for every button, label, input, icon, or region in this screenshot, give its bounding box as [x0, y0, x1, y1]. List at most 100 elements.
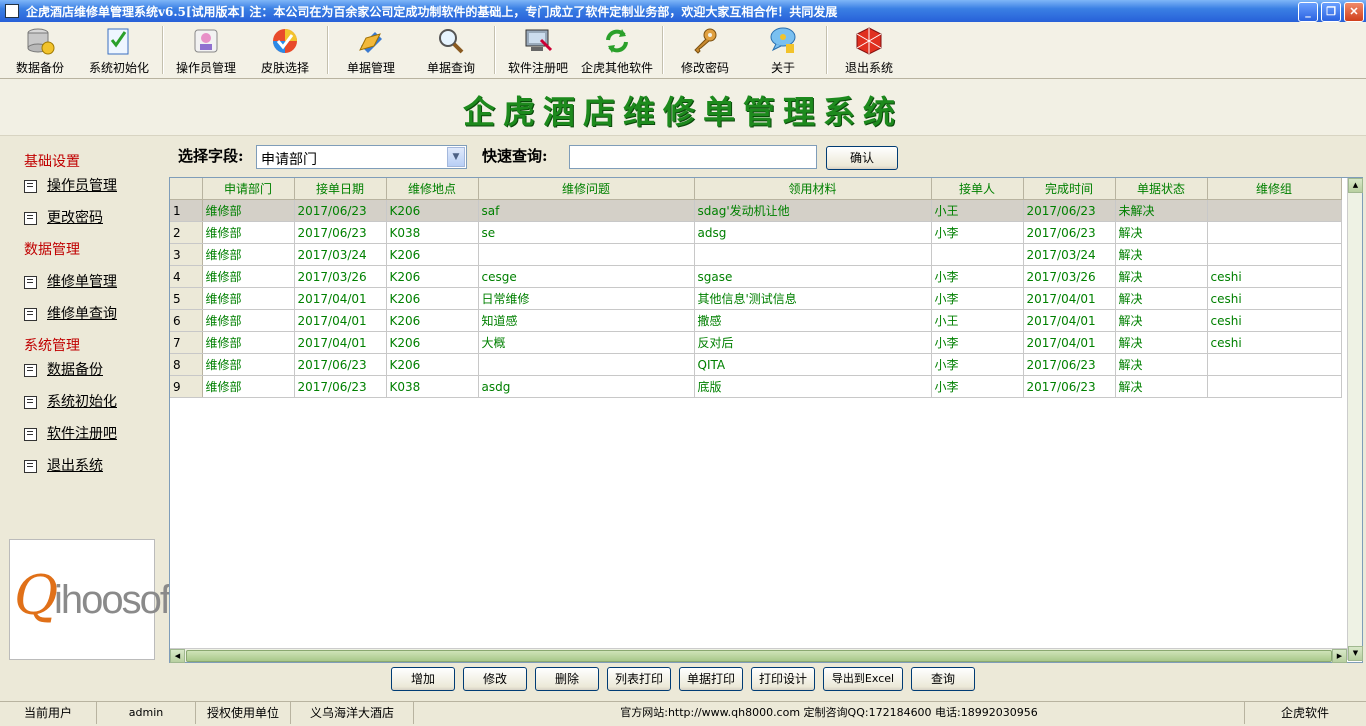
app-banner: 企虎酒店维修单管理系统	[0, 79, 1366, 136]
table-cell: 小李	[931, 353, 1024, 376]
app-icon[interactable]	[5, 4, 19, 18]
toolbar-about-button[interactable]: 关于	[752, 24, 814, 76]
table-row[interactable]: 7 维修部 2017/04/01 K206 大概 反对后 小李 2017/04/01 解决 ces…	[170, 331, 1342, 354]
table-cell: 2017/03/24	[1023, 243, 1116, 266]
sidebar-item-repair-query[interactable]: 维修单查询	[24, 303, 117, 323]
sidebar-item-init[interactable]: 系统初始化	[24, 391, 117, 411]
title-bar: 企虎酒店维修单管理系统v6.5[试用版本] 注：本公司在为百余家公司定成功制软件…	[0, 0, 1366, 22]
banner-title: 企虎酒店维修单管理系统	[462, 93, 903, 131]
status-user-label: 当前用户	[0, 702, 97, 724]
toolbar-exit-button[interactable]: 退出系统	[838, 24, 900, 76]
table-row[interactable]: 4 维修部 2017/03/26 K206 cesge sgase 小李 2017/03/26…	[170, 265, 1342, 288]
table-cell: ceshi	[1207, 265, 1342, 288]
column-header[interactable]: 单据状态	[1115, 178, 1208, 200]
doc-print-button[interactable]: 单据打印	[679, 667, 743, 691]
sidebar-item-operator[interactable]: 操作员管理	[24, 175, 117, 195]
table-cell: 解决	[1115, 221, 1208, 244]
column-header[interactable]: 维修问题	[478, 178, 695, 200]
scroll-right-icon[interactable]: ▶	[1332, 649, 1347, 663]
print-design-button[interactable]: 打印设计	[751, 667, 815, 691]
table-cell: 2017/03/24	[294, 243, 387, 266]
table-cell: 2017/04/01	[294, 287, 387, 310]
confirm-button[interactable]: 确认	[826, 146, 898, 170]
horizontal-scrollbar[interactable]: ◀ ▶	[170, 648, 1347, 663]
table-cell: 解决	[1115, 309, 1208, 332]
table-row[interactable]: 3 维修部 2017/03/24 K206 2017/03/24 解决	[170, 243, 1342, 266]
column-header[interactable]: 维修组	[1207, 178, 1342, 200]
sidebar-item-backup[interactable]: 数据备份	[24, 359, 103, 379]
column-header[interactable]: 完成时间	[1023, 178, 1116, 200]
close-button[interactable]: ✕	[1344, 2, 1364, 22]
table-cell: ceshi	[1207, 287, 1342, 310]
query-button[interactable]: 查询	[911, 667, 975, 691]
table-row[interactable]: 6 维修部 2017/04/01 K206 知道感 撒感 小王 2017/04/01 解决 ces…	[170, 309, 1342, 332]
toolbar-query-button[interactable]: 单据查询	[420, 24, 482, 76]
table-cell: se	[478, 221, 695, 244]
edit-button[interactable]: 修改	[463, 667, 527, 691]
chevron-down-icon[interactable]: ▼	[447, 147, 465, 167]
table-cell	[1207, 221, 1342, 244]
export-excel-button[interactable]: 导出到Excel	[823, 667, 903, 691]
toolbar-password-button[interactable]: 修改密码	[674, 24, 736, 76]
table-cell: 底版	[694, 375, 932, 398]
column-header[interactable]: 维修地点	[386, 178, 479, 200]
toolbar-backup-button[interactable]: 数据备份	[8, 24, 72, 76]
table-cell	[1207, 375, 1342, 398]
sidebar-item-change-password[interactable]: 更改密码	[24, 207, 103, 227]
key-icon	[690, 26, 720, 56]
sidebar-item-exit[interactable]: 退出系统	[24, 455, 103, 475]
scroll-down-icon[interactable]: ▼	[1348, 646, 1363, 661]
list-print-button[interactable]: 列表打印	[607, 667, 671, 691]
status-bar: 当前用户 admin 授权使用单位 义乌海洋大酒店 官方网站:http://ww…	[0, 701, 1366, 726]
column-header[interactable]: 接单日期	[294, 178, 387, 200]
column-header[interactable]: 接单人	[931, 178, 1024, 200]
status-unit-label: 授权使用单位	[196, 702, 291, 724]
checklist-icon	[104, 26, 134, 56]
row-number: 1	[170, 199, 203, 222]
toolbar-skin-button[interactable]: 皮肤选择	[254, 24, 316, 76]
toolbar-docs-button[interactable]: 单据管理	[340, 24, 402, 76]
table-cell: 维修部	[202, 221, 295, 244]
table-cell: 2017/04/01	[1023, 331, 1116, 354]
table-row[interactable]: 8 维修部 2017/06/23 K206 QITA 小李 2017/06/23 解决	[170, 353, 1342, 376]
column-header[interactable]: 申请部门	[202, 178, 295, 200]
quick-query-input[interactable]	[569, 145, 817, 169]
table-row[interactable]: 1 维修部 2017/06/23 K206 saf sdag'发动机让他 小王 2017/06…	[170, 199, 1342, 222]
table-cell: K206	[386, 265, 479, 288]
scroll-left-icon[interactable]: ◀	[170, 649, 185, 663]
vertical-scrollbar[interactable]: ▲ ▼	[1347, 178, 1363, 661]
sidebar-item-register[interactable]: 软件注册吧	[24, 423, 117, 443]
table-row[interactable]: 5 维修部 2017/04/01 K206 日常维修 其他信息'测试信息 小李 2017/04…	[170, 287, 1342, 310]
table-cell: 2017/06/23	[1023, 221, 1116, 244]
toolbar-operator-button[interactable]: 操作员管理	[170, 24, 242, 76]
field-select[interactable]: 申请部门 ▼	[256, 145, 467, 169]
status-unit-value: 义乌海洋大酒店	[291, 702, 414, 724]
toolbar-init-button[interactable]: 系统初始化	[82, 24, 156, 76]
status-brand: 企虎软件	[1280, 706, 1329, 720]
sidebar-item-repair-manage[interactable]: 维修单管理	[24, 271, 117, 291]
row-number: 9	[170, 375, 203, 398]
add-button[interactable]: 增加	[391, 667, 455, 691]
table-cell: ceshi	[1207, 309, 1342, 332]
column-header[interactable]: 领用材料	[694, 178, 932, 200]
refresh-icon	[602, 26, 632, 56]
maximize-button[interactable]: ❐	[1321, 2, 1341, 22]
table-cell: K206	[386, 287, 479, 310]
minimize-button[interactable]: _	[1298, 2, 1318, 22]
scrollbar-thumb[interactable]	[186, 650, 1332, 662]
table-cell: 2017/06/23	[1023, 375, 1116, 398]
delete-button[interactable]: 删除	[535, 667, 599, 691]
table-cell: adsg	[694, 221, 932, 244]
table-cell: 维修部	[202, 287, 295, 310]
toolbar-other-software-button[interactable]: 企虎其他软件	[578, 24, 656, 76]
table-cell: 2017/04/01	[294, 309, 387, 332]
table-cell: 2017/04/01	[294, 331, 387, 354]
note-icon	[24, 179, 37, 193]
table-row[interactable]: 9 维修部 2017/06/23 K038 asdg 底版 小李 2017/06/23 解决	[170, 375, 1342, 398]
scroll-up-icon[interactable]: ▲	[1348, 178, 1363, 193]
field-label: 选择字段:	[178, 147, 244, 165]
table-cell: 维修部	[202, 331, 295, 354]
exit-icon	[854, 26, 884, 56]
table-row[interactable]: 2 维修部 2017/06/23 K038 se adsg 小李 2017/06/23 解决	[170, 221, 1342, 244]
toolbar-register-button[interactable]: 软件注册吧	[502, 24, 574, 76]
